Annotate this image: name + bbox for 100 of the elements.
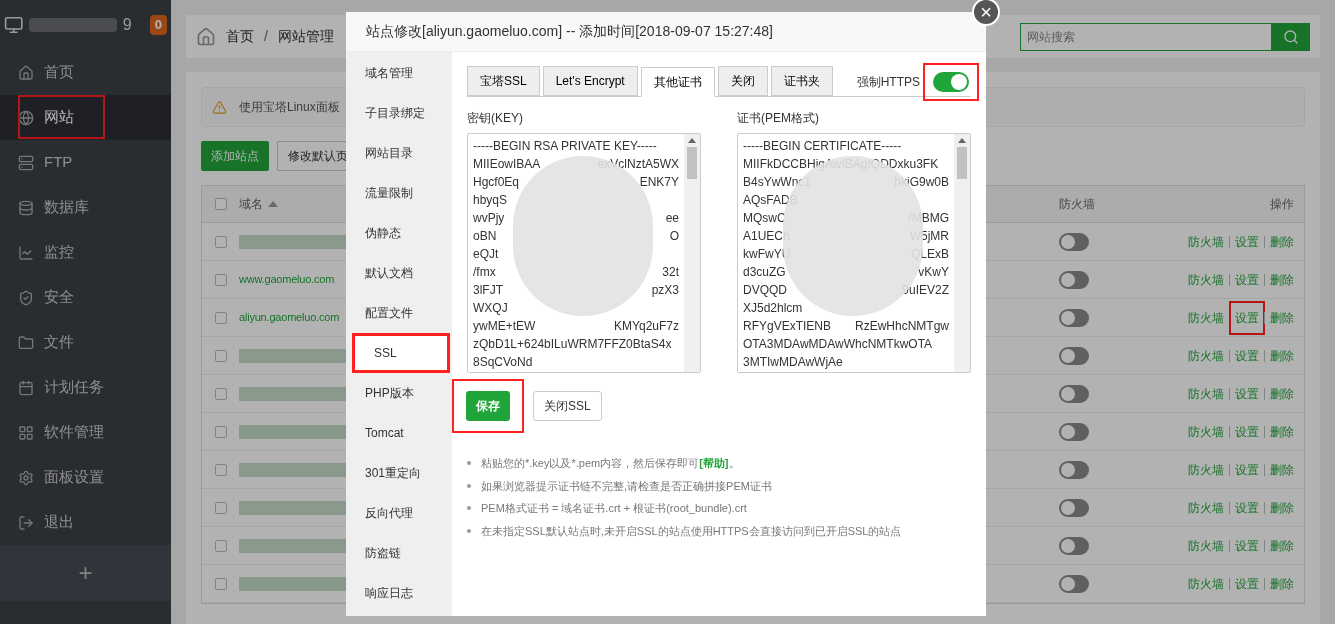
nav-item[interactable]: 网站 [0,95,171,140]
action-link[interactable]: 防火墙 [1188,460,1224,479]
checkbox[interactable] [214,463,227,476]
action-link[interactable]: 设置 [1229,300,1265,335]
search-field[interactable]: 网站搜索 [1020,22,1272,51]
dialog-nav-item[interactable]: 子目录绑定 [346,93,452,133]
column-header[interactable]: 域名 [239,195,263,213]
checkbox[interactable] [214,577,227,590]
tab[interactable]: 关闭 [717,66,768,96]
nav-item[interactable]: 退出 [0,500,171,545]
action-link[interactable]: 防火墙 [1188,574,1224,593]
dialog-nav-item[interactable]: SSL [352,333,450,373]
toggle-switch[interactable] [1059,498,1089,517]
dialog-nav-item[interactable]: 响应日志 [346,573,452,613]
checkbox[interactable] [214,235,227,248]
scrollbar[interactable] [954,134,970,372]
toggle-switch[interactable] [1059,574,1089,593]
domain-link[interactable]: www.gaomeluo.com [239,271,335,288]
action-link[interactable]: 防火墙 [1188,308,1224,327]
action-link[interactable]: 防火墙 [1188,536,1224,555]
scroll-up-icon[interactable] [688,138,696,143]
add-site-button[interactable]: 添加站点 [201,141,269,171]
checkbox[interactable] [214,425,227,438]
add-button[interactable]: + [78,555,93,591]
toggle-switch[interactable] [1059,422,1089,441]
notification-badge[interactable]: 0 [149,15,167,35]
toggle-switch[interactable] [1059,232,1089,251]
checkbox[interactable] [214,387,227,400]
action-link[interactable]: 防火墙 [1188,346,1224,365]
checkbox[interactable] [214,273,227,286]
action-link[interactable]: 删除 [1270,270,1294,289]
action-link[interactable]: 删除 [1270,232,1294,251]
close-ssl-button[interactable]: 关闭SSL [533,391,602,421]
action-link[interactable]: 删除 [1270,460,1294,479]
checkbox[interactable] [214,349,227,362]
domain-link[interactable]: aliyun.gaomeluo.com [239,309,340,326]
action-link[interactable]: 设置 [1229,224,1265,259]
action-link[interactable]: 设置 [1229,566,1265,601]
breadcrumb-link[interactable]: 首页 [226,26,254,47]
nav-item[interactable]: 软件管理 [0,410,171,455]
action-link[interactable]: 设置 [1229,528,1265,563]
action-link[interactable]: 设置 [1229,262,1265,297]
action-link[interactable]: 设置 [1229,414,1265,449]
action-link[interactable]: 设置 [1229,490,1265,525]
action-link[interactable]: 防火墙 [1188,232,1224,251]
nav-item[interactable]: 计划任务 [0,365,171,410]
toggle-switch[interactable] [1059,308,1089,327]
checkbox[interactable] [214,539,227,552]
checkbox[interactable] [214,198,227,210]
action-link[interactable]: 删除 [1270,498,1294,517]
checkbox[interactable] [214,501,227,514]
action-link[interactable]: 删除 [1270,384,1294,403]
action-link[interactable]: 防火墙 [1188,422,1224,441]
action-link[interactable]: 设置 [1229,376,1265,411]
action-link[interactable]: 删除 [1270,308,1294,327]
toggle-switch[interactable] [933,71,969,92]
scrollbar-thumb[interactable] [957,147,967,179]
tab[interactable]: Let's Encrypt [542,66,638,96]
action-link[interactable]: 删除 [1270,574,1294,593]
text-area[interactable] [737,133,971,373]
nav-item[interactable]: 文件 [0,320,171,365]
toggle-switch[interactable] [1059,536,1089,555]
nav-item[interactable]: 安全 [0,275,171,320]
dialog-nav-item[interactable]: Tomcat [346,413,452,453]
nav-item[interactable]: 面板设置 [0,455,171,500]
scrollbar-thumb[interactable] [687,147,697,179]
dialog-nav-item[interactable]: 流量限制 [346,173,452,213]
nav-item[interactable]: FTP [0,140,171,185]
nav-item[interactable]: 数据库 [0,185,171,230]
dialog-nav-item[interactable]: 伪静态 [346,213,452,253]
close-button[interactable]: × [972,0,1000,26]
action-link[interactable]: 防火墙 [1188,384,1224,403]
scroll-up-icon[interactable] [958,138,966,143]
save-button[interactable]: 保存 [466,391,510,421]
checkbox[interactable] [214,311,227,324]
dialog-nav-item[interactable]: 防盗链 [346,533,452,573]
action-link[interactable]: 删除 [1270,422,1294,441]
dialog-nav-item[interactable]: 域名管理 [346,53,452,93]
dialog-nav-item[interactable]: PHP版本 [346,373,452,413]
action-link[interactable]: 删除 [1270,536,1294,555]
action-link[interactable]: 防火墙 [1188,498,1224,517]
action-link[interactable]: 删除 [1270,346,1294,365]
tab[interactable]: 其他证书 [640,67,715,97]
action-link[interactable]: 防火墙 [1188,270,1224,289]
tab[interactable]: 宝塔SSL [467,66,540,96]
dialog-nav-item[interactable]: 301重定向 [346,453,452,493]
tab[interactable]: 证书夹 [770,66,833,96]
dialog-nav-item[interactable]: 默认文档 [346,253,452,293]
action-link[interactable]: 设置 [1229,452,1265,487]
toggle-switch[interactable] [1059,460,1089,479]
nav-item[interactable]: 首页 [0,50,171,95]
scrollbar[interactable] [684,134,700,372]
sort-up-icon[interactable] [268,201,278,207]
action-link[interactable]: 设置 [1229,338,1265,373]
dialog-nav-item[interactable]: 反向代理 [346,493,452,533]
toggle-switch[interactable] [1059,384,1089,403]
nav-item[interactable]: 监控 [0,230,171,275]
dialog-nav-item[interactable]: 配置文件 [346,293,452,333]
toggle-switch[interactable] [1059,270,1089,289]
search-button[interactable] [1272,22,1310,51]
